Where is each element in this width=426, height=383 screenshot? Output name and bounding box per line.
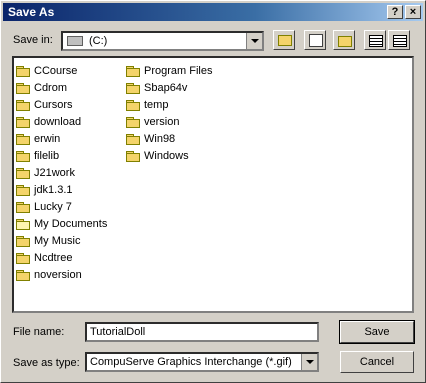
folder-icon — [126, 133, 140, 145]
list-item-label: My Music — [34, 234, 81, 247]
file-column-1: CCourse Cdrom Cursors download erwin filelib J… — [16, 62, 107, 283]
list-item-label: Ncdtree — [34, 251, 73, 264]
folder-icon — [126, 65, 140, 77]
folder-icon — [16, 269, 30, 281]
save-in-dropdown[interactable]: (C:) — [61, 31, 264, 51]
list-item-label: Cdrom — [34, 81, 68, 94]
title-bar[interactable]: Save As ? × — [3, 3, 423, 21]
list-item-label: Cursors — [34, 98, 73, 111]
desktop-icon — [309, 34, 323, 47]
list-item-label: Lucky 7 — [34, 200, 72, 213]
list-item-label: Win98 — [144, 132, 176, 145]
list-item[interactable]: Cdrom — [16, 79, 107, 96]
folder-icon — [16, 218, 30, 230]
folder-icon — [16, 252, 30, 264]
window-title: Save As — [8, 5, 55, 19]
new-folder-button[interactable] — [333, 30, 355, 50]
cancel-button[interactable]: Cancel — [340, 351, 414, 373]
list-item-label: CCourse — [34, 64, 78, 77]
save-in-label: Save in: — [13, 34, 53, 46]
folder-icon — [126, 82, 140, 94]
folder-icon — [16, 133, 30, 145]
list-item[interactable]: J21work — [16, 164, 107, 181]
file-list[interactable]: CCourse Cdrom Cursors download erwin filelib J… — [12, 56, 414, 313]
chevron-down-icon[interactable] — [301, 354, 317, 370]
save-as-dialog: Save As ? × Save in: (C:) CCourse Cdrom Cu… — [0, 0, 426, 383]
list-item-label: filelib — [34, 149, 60, 162]
list-item-label: temp — [144, 98, 169, 111]
list-item[interactable]: temp — [126, 96, 212, 113]
list-item[interactable]: CCourse — [16, 62, 107, 79]
folder-icon — [16, 150, 30, 162]
folder-icon — [16, 116, 30, 128]
save-as-type-value: CompuServe Graphics Interchange (*.gif) — [90, 356, 292, 368]
up-folder-button[interactable] — [273, 30, 295, 50]
list-item-label: Windows — [144, 149, 189, 162]
file-name-input[interactable]: TutorialDoll — [85, 322, 319, 342]
save-as-type-dropdown[interactable]: CompuServe Graphics Interchange (*.gif) — [85, 352, 319, 372]
folder-icon — [126, 116, 140, 128]
folder-icon — [126, 99, 140, 111]
list-item[interactable]: Lucky 7 — [16, 198, 107, 215]
list-item-label: noversion — [34, 268, 82, 281]
list-item-label: jdk1.3.1 — [34, 183, 73, 196]
details-view-button[interactable] — [388, 30, 410, 50]
save-as-type-label: Save as type: — [13, 357, 80, 369]
list-item-label: erwin — [34, 132, 61, 145]
chevron-down-icon[interactable] — [246, 33, 262, 49]
list-item-label: download — [34, 115, 82, 128]
details-view-icon — [393, 35, 407, 47]
help-button[interactable]: ? — [387, 5, 403, 19]
list-item[interactable]: jdk1.3.1 — [16, 181, 107, 198]
list-item[interactable]: My Documents — [16, 215, 107, 232]
save-button[interactable]: Save — [339, 320, 415, 344]
desktop-button[interactable] — [304, 30, 326, 50]
list-item[interactable]: version — [126, 113, 212, 130]
drive-icon — [67, 36, 83, 46]
list-item-label: version — [144, 115, 180, 128]
list-item-label: Sbap64v — [144, 81, 188, 94]
list-item[interactable]: download — [16, 113, 107, 130]
list-item[interactable]: Ncdtree — [16, 249, 107, 266]
list-item-label: Program Files — [144, 64, 213, 77]
folder-icon — [16, 184, 30, 196]
folder-icon — [126, 150, 140, 162]
folder-icon — [16, 201, 30, 213]
up-folder-icon — [278, 35, 292, 46]
list-item-label: J21work — [34, 166, 75, 179]
folder-icon — [16, 167, 30, 179]
list-item[interactable]: Win98 — [126, 130, 212, 147]
new-folder-icon — [338, 36, 352, 47]
folder-icon — [16, 99, 30, 111]
list-item[interactable]: Cursors — [16, 96, 107, 113]
list-item[interactable]: My Music — [16, 232, 107, 249]
list-item[interactable]: noversion — [16, 266, 107, 283]
file-column-2: Program Files Sbap64v temp version Win98 Wind… — [126, 62, 212, 164]
list-item[interactable]: Sbap64v — [126, 79, 212, 96]
folder-icon — [16, 82, 30, 94]
file-name-label: File name: — [13, 326, 65, 338]
save-in-value: (C:) — [89, 35, 108, 47]
list-view-button[interactable] — [364, 30, 386, 50]
list-item[interactable]: Program Files — [126, 62, 212, 79]
list-view-icon — [369, 35, 383, 47]
list-item[interactable]: Windows — [126, 147, 212, 164]
folder-icon — [16, 235, 30, 247]
list-item[interactable]: filelib — [16, 147, 107, 164]
list-item[interactable]: erwin — [16, 130, 107, 147]
close-button[interactable]: × — [405, 5, 421, 19]
list-item-label: My Documents — [34, 217, 108, 230]
folder-icon — [16, 65, 30, 77]
